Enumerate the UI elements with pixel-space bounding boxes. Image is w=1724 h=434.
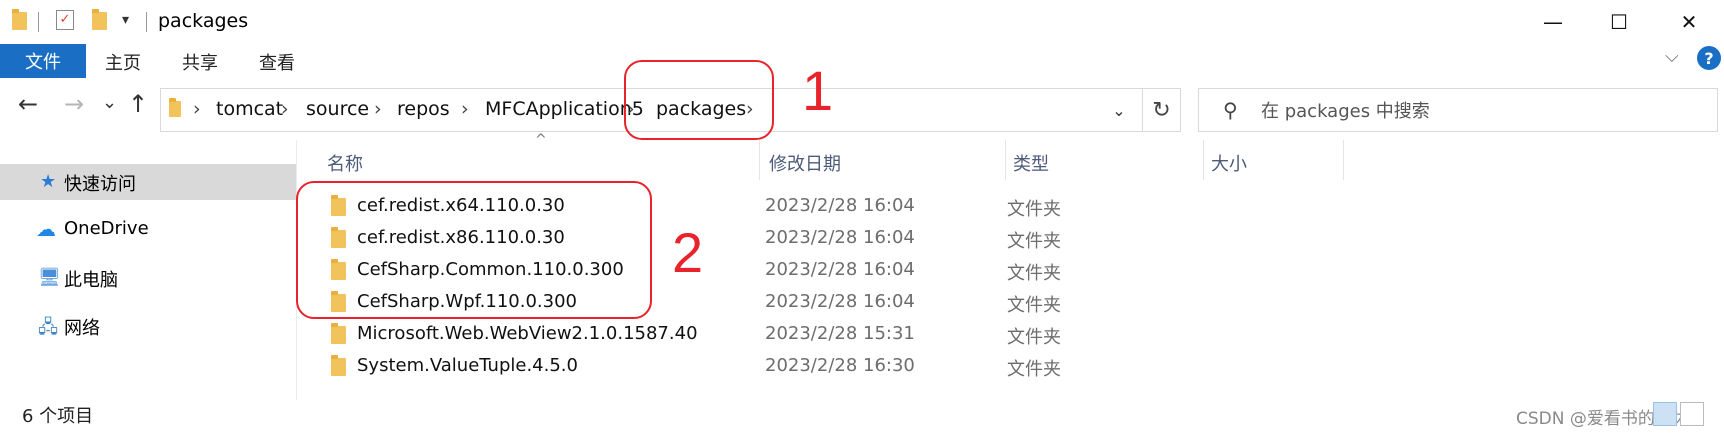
folder-icon <box>169 98 181 121</box>
annotation-box-1 <box>624 60 774 140</box>
details-view-button[interactable] <box>1653 402 1677 426</box>
search-input[interactable] <box>1259 95 1703 127</box>
annotation-label-2: 2 <box>672 221 704 284</box>
breadcrumb-repos[interactable]: repos <box>397 98 450 120</box>
breadcrumb-separator[interactable]: › <box>461 98 469 120</box>
annotation-label-1: 1 <box>802 59 834 122</box>
sidebar-item-network[interactable]: 🖧 网络 <box>0 308 296 344</box>
new-folder-icon[interactable] <box>92 9 107 34</box>
file-name: System.ValueTuple.4.5.0 <box>357 355 578 376</box>
star-icon: ★ <box>40 171 57 192</box>
column-header-modified[interactable]: 修改日期 <box>769 150 841 176</box>
file-row[interactable]: Microsoft.Web.WebView2.1.0.1587.40 2023/… <box>297 318 1724 350</box>
file-type: 文件夹 <box>1007 199 1061 220</box>
sidebar-item-onedrive[interactable]: ☁ OneDrive <box>0 212 296 248</box>
sort-ascending-icon: ^ <box>535 132 547 148</box>
file-modified: 2023/2/28 16:04 <box>765 291 915 312</box>
file-type: 文件夹 <box>1007 359 1061 380</box>
tab-file[interactable]: 文件 <box>0 44 86 78</box>
annotation-box-2 <box>296 181 652 319</box>
toolbar-divider <box>146 12 147 32</box>
folder-icon <box>12 9 27 34</box>
sidebar-item-label: OneDrive <box>64 218 149 239</box>
column-divider[interactable] <box>759 140 760 180</box>
file-modified: 2023/2/28 16:04 <box>765 227 915 248</box>
column-divider[interactable] <box>1343 140 1344 180</box>
file-modified: 2023/2/28 16:04 <box>765 259 915 280</box>
back-button[interactable]: ← <box>18 90 38 118</box>
file-modified: 2023/2/28 15:31 <box>765 323 915 344</box>
tab-share[interactable]: 共享 <box>182 49 218 75</box>
file-type: 文件夹 <box>1007 263 1061 284</box>
folder-icon <box>331 355 346 376</box>
customize-quick-access-icon[interactable]: ▾ <box>122 12 129 28</box>
tab-home[interactable]: 主页 <box>105 49 141 75</box>
properties-icon[interactable]: ✓ <box>56 10 74 30</box>
file-row[interactable]: System.ValueTuple.4.5.0 2023/2/28 16:30 … <box>297 350 1724 382</box>
navigation-pane: ★ 快速访问 ☁ OneDrive 🖥 此电脑 🖧 网络 <box>0 150 296 390</box>
maximize-button[interactable]: ☐ <box>1594 6 1644 38</box>
large-icons-view-button[interactable] <box>1680 402 1704 426</box>
breadcrumb-separator[interactable]: › <box>193 98 201 120</box>
column-divider[interactable] <box>1005 140 1006 180</box>
computer-icon: 🖥 <box>38 267 61 288</box>
breadcrumb-separator[interactable]: › <box>374 98 382 120</box>
up-button[interactable]: ↑ <box>128 90 148 118</box>
breadcrumb-separator[interactable]: › <box>281 98 289 120</box>
column-header-type[interactable]: 类型 <box>1013 150 1049 176</box>
file-name: Microsoft.Web.WebView2.1.0.1587.40 <box>357 323 698 344</box>
column-header-size[interactable]: 大小 <box>1211 150 1247 176</box>
file-modified: 2023/2/28 16:04 <box>765 195 915 216</box>
file-type: 文件夹 <box>1007 295 1061 316</box>
recent-locations-button[interactable]: ⌄ <box>102 92 117 113</box>
folder-icon <box>331 323 346 344</box>
search-box[interactable]: ⚲ <box>1198 88 1718 132</box>
search-icon: ⚲ <box>1223 98 1238 122</box>
refresh-button[interactable]: ↻ <box>1143 88 1181 132</box>
tab-view[interactable]: 查看 <box>259 49 295 75</box>
window-title: packages <box>158 10 249 32</box>
sidebar-item-this-pc[interactable]: 🖥 此电脑 <box>0 260 296 296</box>
forward-button[interactable]: → <box>64 90 84 118</box>
toolbar-divider <box>38 12 39 32</box>
breadcrumb-mfcapplication5[interactable]: MFCApplication5 <box>485 98 644 120</box>
column-divider[interactable] <box>1203 140 1204 180</box>
cloud-icon: ☁ <box>36 217 56 241</box>
sidebar-item-label: 网络 <box>64 318 100 339</box>
sidebar-item-label: 此电脑 <box>64 270 118 291</box>
sidebar-item-label: 快速访问 <box>64 174 136 195</box>
minimize-button[interactable]: — <box>1528 6 1578 38</box>
address-dropdown-icon[interactable]: ⌄ <box>1096 89 1142 131</box>
sidebar-item-quick-access[interactable]: ★ 快速访问 <box>0 164 296 200</box>
status-item-count: 6 个项目 <box>22 406 94 427</box>
file-type: 文件夹 <box>1007 327 1061 348</box>
file-modified: 2023/2/28 16:30 <box>765 355 915 376</box>
expand-ribbon-icon[interactable]: ⌵ <box>1665 46 1679 67</box>
close-button[interactable]: ✕ <box>1664 6 1714 38</box>
breadcrumb-source[interactable]: source <box>306 98 369 120</box>
breadcrumb-tomcat[interactable]: tomcat <box>216 98 283 120</box>
network-icon: 🖧 <box>38 317 59 338</box>
ribbon-tabs: 文件 主页 共享 查看 ⌵ ? <box>0 44 1724 80</box>
title-bar: ✓ ▾ packages — ☐ ✕ <box>0 0 1724 44</box>
file-type: 文件夹 <box>1007 231 1061 252</box>
help-icon[interactable]: ? <box>1697 46 1721 70</box>
navigation-bar: ← → ⌄ ↑ › tomcat › source › repos › MFCA… <box>0 82 1724 138</box>
column-header-name[interactable]: 名称 <box>327 150 363 176</box>
